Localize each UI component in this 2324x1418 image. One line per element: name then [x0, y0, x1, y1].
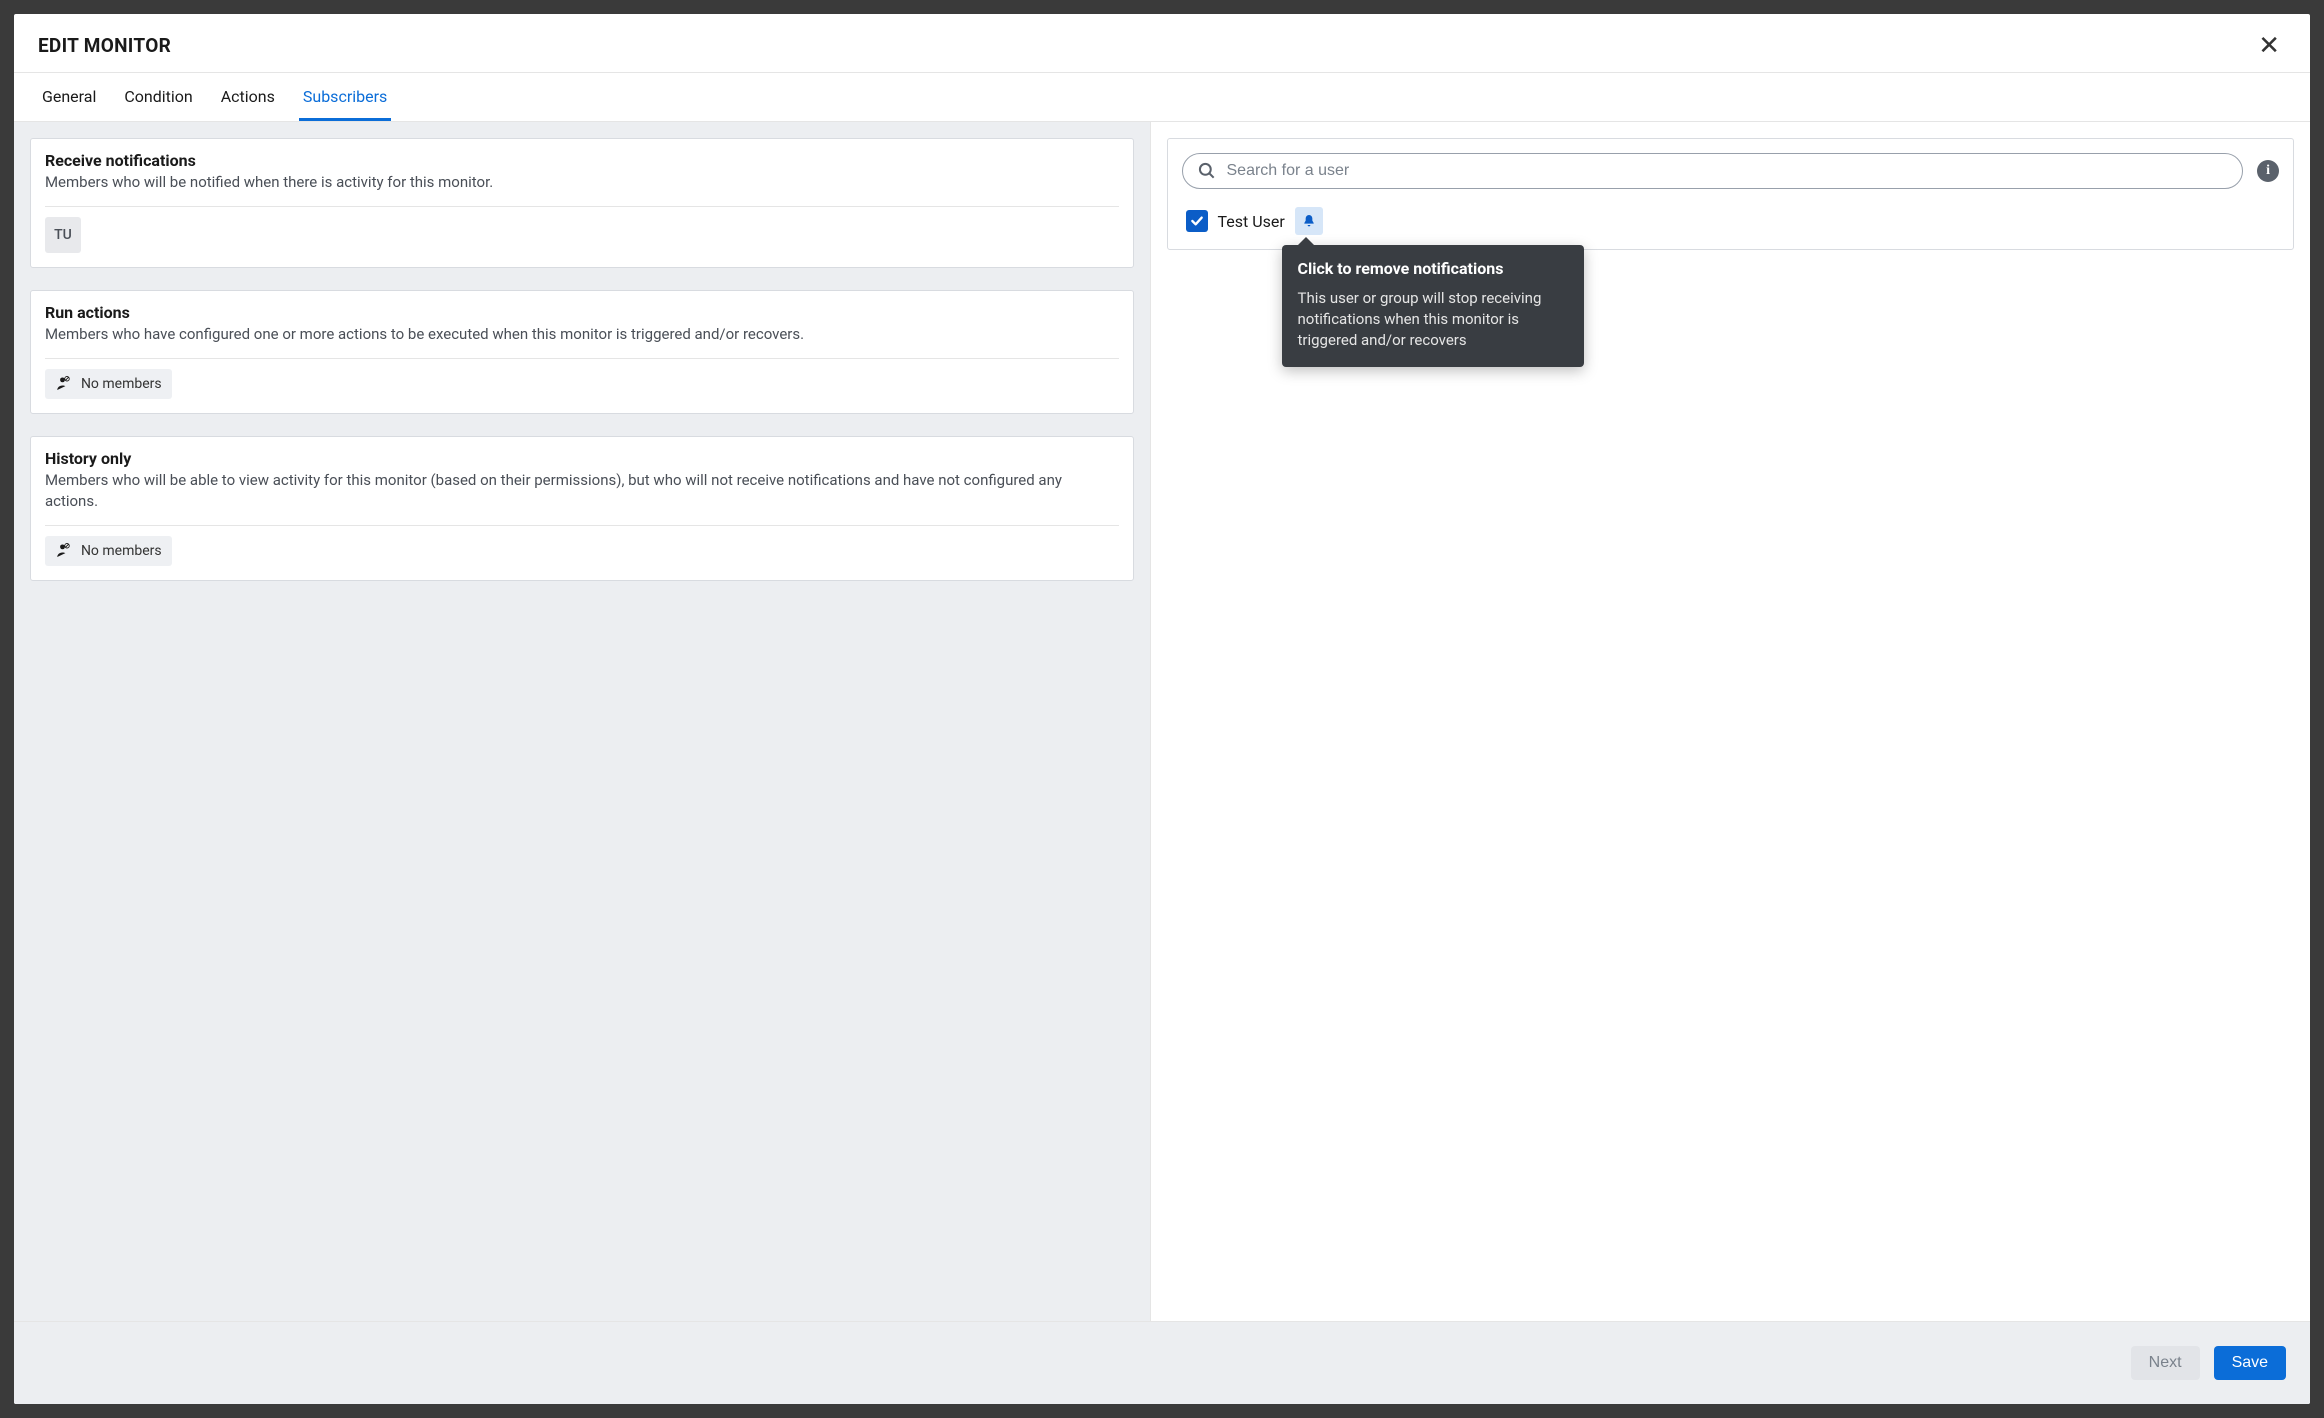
divider	[45, 206, 1119, 207]
no-members-label: No members	[81, 543, 162, 559]
search-input[interactable]	[1227, 162, 2229, 180]
history-only-desc: Members who will be able to view activit…	[45, 470, 1119, 514]
user-search-card: i Test User Click to remove notification…	[1167, 138, 2295, 250]
save-button[interactable]: Save	[2214, 1346, 2286, 1380]
tab-actions[interactable]: Actions	[217, 73, 279, 121]
search-icon	[1197, 161, 1217, 181]
user-slash-icon	[55, 375, 73, 393]
run-actions-card: Run actions Members who have configured …	[30, 290, 1134, 414]
edit-monitor-modal: EDIT MONITOR ✕ General Condition Actions…	[14, 14, 2310, 1404]
run-actions-desc: Members who have configured one or more …	[45, 324, 1119, 346]
receive-notifications-title: Receive notifications	[45, 151, 1119, 170]
receive-notifications-card: Receive notifications Members who will b…	[30, 138, 1134, 268]
user-checkbox[interactable]	[1186, 210, 1208, 232]
tab-condition[interactable]: Condition	[120, 73, 196, 121]
avatar[interactable]: TU	[45, 217, 81, 253]
user-name: Test User	[1218, 212, 1285, 231]
info-icon[interactable]: i	[2257, 160, 2279, 182]
tab-general[interactable]: General	[38, 73, 100, 121]
tab-subscribers[interactable]: Subscribers	[299, 73, 391, 121]
history-only-card: History only Members who will be able to…	[30, 436, 1134, 582]
history-only-title: History only	[45, 449, 1119, 468]
user-search-pane: i Test User Click to remove notification…	[1151, 122, 2311, 1321]
receive-notifications-desc: Members who will be notified when there …	[45, 172, 1119, 194]
no-members-badge: No members	[45, 536, 172, 566]
search-box[interactable]	[1182, 153, 2244, 189]
modal-header: EDIT MONITOR ✕	[14, 14, 2310, 73]
tooltip-body: This user or group will stop receiving n…	[1298, 288, 1568, 351]
no-members-label: No members	[81, 376, 162, 392]
tab-bar: General Condition Actions Subscribers	[14, 73, 2310, 122]
user-row: Test User Click to remove notifications …	[1182, 189, 2280, 235]
close-icon: ✕	[2258, 30, 2280, 60]
modal-content: Receive notifications Members who will b…	[14, 122, 2310, 1321]
modal-title: EDIT MONITOR	[38, 34, 171, 57]
subscribers-summary-pane: Receive notifications Members who will b…	[14, 122, 1151, 1321]
bell-icon	[1301, 213, 1317, 229]
next-button[interactable]: Next	[2131, 1346, 2200, 1380]
divider	[45, 358, 1119, 359]
tooltip-title: Click to remove notifications	[1298, 259, 1568, 278]
run-actions-title: Run actions	[45, 303, 1119, 322]
check-icon	[1189, 213, 1205, 229]
tooltip: Click to remove notifications This user …	[1282, 245, 1584, 367]
modal-footer: Next Save	[14, 1321, 2310, 1404]
divider	[45, 525, 1119, 526]
search-row: i	[1182, 153, 2280, 189]
user-slash-icon	[55, 542, 73, 560]
notification-toggle[interactable]	[1295, 207, 1323, 235]
no-members-badge: No members	[45, 369, 172, 399]
close-button[interactable]: ✕	[2252, 28, 2286, 62]
